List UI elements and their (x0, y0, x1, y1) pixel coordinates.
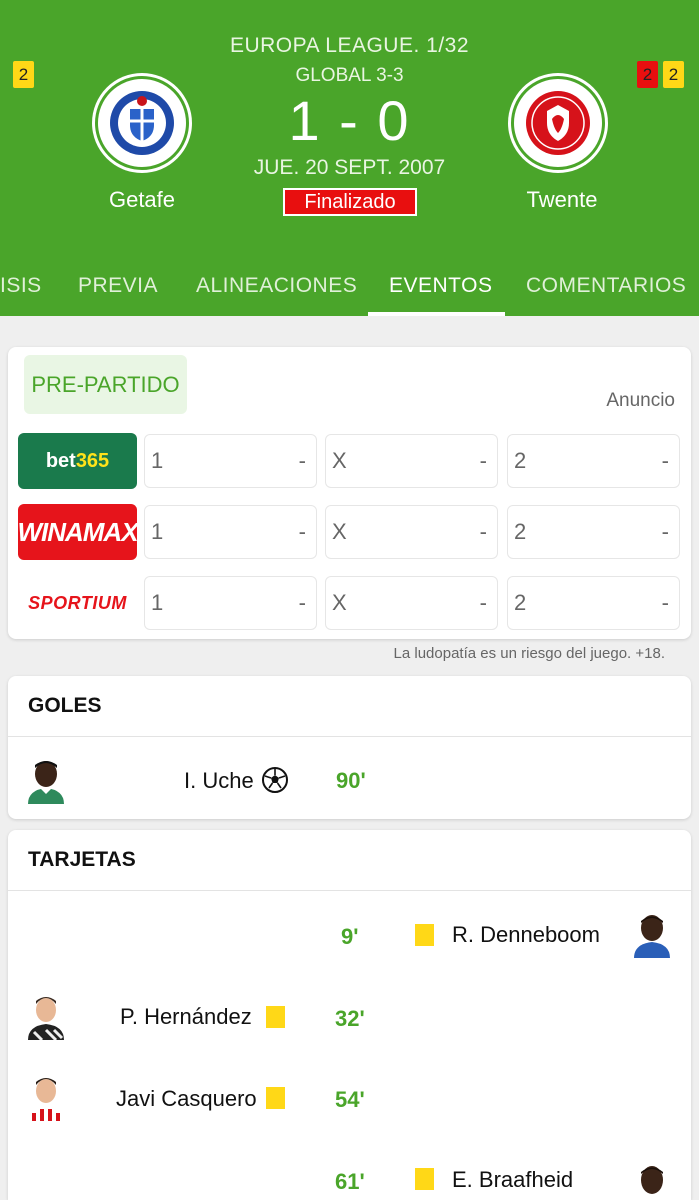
player-avatar[interactable] (24, 990, 68, 1040)
sportium-logo[interactable]: SPORTIUM (18, 575, 137, 631)
goal-minute: 90' (336, 768, 366, 793)
divider (8, 890, 691, 891)
goals-title: GOLES (28, 694, 102, 717)
odd-button-draw[interactable]: X- (325, 434, 498, 488)
winamax-logo[interactable]: WINAMAX (17, 504, 139, 560)
ad-label: Anuncio (606, 390, 675, 411)
card-minute: 9' (341, 924, 359, 949)
tab-eventos[interactable]: EVENTOS (389, 274, 492, 298)
cards-card: TARJETAS 9' R. Denneboom P. Hernández 32… (8, 830, 691, 1200)
tab-comentarios[interactable]: COMENTARIOS (526, 274, 686, 298)
twente-crest-icon[interactable] (511, 76, 605, 170)
away-team-name[interactable]: Twente (492, 187, 632, 213)
divider (8, 736, 691, 737)
match-status-badge: Finalizado (283, 188, 417, 216)
odds-row-bet365: bet 365 1- X- 2- (8, 433, 691, 489)
card-minute: 61' (335, 1169, 365, 1194)
tab-analisis[interactable]: ISIS (0, 274, 42, 298)
football-icon (261, 766, 289, 794)
odd-button-home[interactable]: 1- (144, 576, 317, 630)
odds-card: PRE-PARTIDO Anuncio bet 365 1- X- 2- WINA… (8, 347, 691, 639)
odd-button-home[interactable]: 1- (144, 434, 317, 488)
card-player-name[interactable]: Javi Casquero (116, 1086, 257, 1112)
card-player-name[interactable]: R. Denneboom (452, 922, 600, 948)
pre-partido-tab[interactable]: PRE-PARTIDO (24, 355, 187, 414)
tab-previa[interactable]: PREVIA (78, 274, 158, 298)
odd-button-draw[interactable]: X- (325, 576, 498, 630)
yellow-card-icon (266, 1006, 285, 1028)
yellow-card-icon (415, 924, 434, 946)
player-avatar[interactable] (24, 1071, 68, 1121)
competition-label: EUROPA LEAGUE. 1/32 (229, 34, 470, 57)
bet365-logo[interactable]: bet 365 (18, 433, 137, 489)
odds-row-winamax: WINAMAX 1- X- 2- (8, 504, 691, 560)
card-minute: 54' (335, 1087, 365, 1112)
home-team-name[interactable]: Getafe (72, 187, 212, 213)
gambling-disclaimer: La ludopatía es un riesgo del juego. +18… (393, 645, 665, 662)
odd-button-away[interactable]: 2- (507, 576, 680, 630)
match-header: 2 2 2 EUROPA LEAGUE. 1/32 GLOBAL 3-3 1 -… (0, 0, 699, 316)
odd-button-away[interactable]: 2- (507, 434, 680, 488)
odds-row-sportium: SPORTIUM 1- X- 2- (8, 575, 691, 631)
getafe-crest-icon[interactable] (95, 76, 189, 170)
cards-title: TARJETAS (28, 848, 136, 871)
tab-alineaciones[interactable]: ALINEACIONES (196, 274, 357, 298)
odd-button-draw[interactable]: X- (325, 505, 498, 559)
card-player-name[interactable]: E. Braafheid (452, 1167, 573, 1193)
player-avatar[interactable] (630, 908, 674, 958)
yellow-card-icon (415, 1168, 434, 1190)
player-avatar[interactable] (24, 754, 68, 804)
player-avatar[interactable] (630, 1156, 674, 1200)
card-player-name[interactable]: P. Hernández (120, 1004, 252, 1030)
goals-card: GOLES I. Uche 90' (8, 676, 691, 819)
goal-scorer-name[interactable]: I. Uche (184, 768, 254, 794)
odd-button-home[interactable]: 1- (144, 505, 317, 559)
card-minute: 32' (335, 1006, 365, 1031)
odd-button-away[interactable]: 2- (507, 505, 680, 559)
active-tab-indicator (368, 312, 505, 316)
match-tabs: ISIS PREVIA ALINEACIONES EVENTOS COMENTA… (0, 262, 699, 316)
yellow-card-icon (266, 1087, 285, 1109)
